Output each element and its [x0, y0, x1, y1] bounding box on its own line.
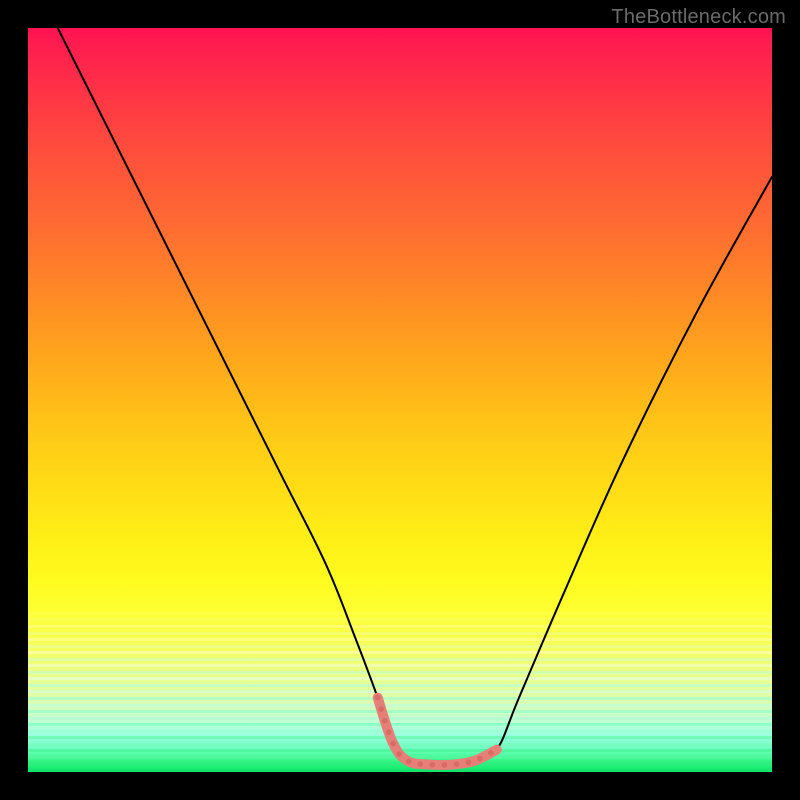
curve-line — [58, 28, 772, 765]
highlight-segment — [378, 698, 497, 765]
watermark-text: TheBottleneck.com — [611, 6, 786, 29]
chart-svg — [28, 28, 772, 772]
chart-plot-area — [28, 28, 772, 772]
chart-frame: TheBottleneck.com — [0, 0, 800, 800]
